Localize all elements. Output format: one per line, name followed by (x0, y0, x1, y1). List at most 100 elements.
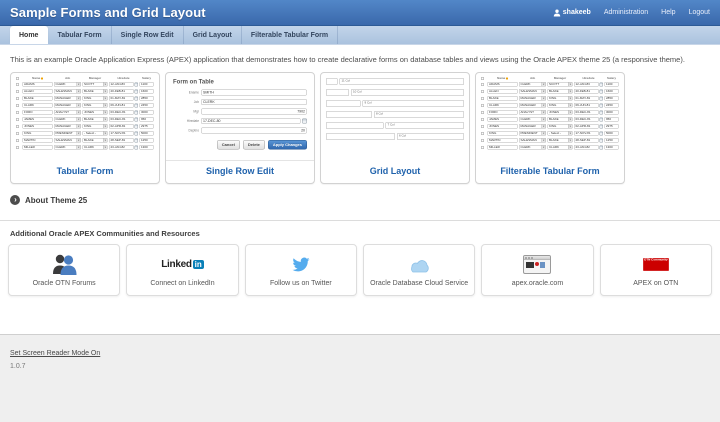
calendar-icon (600, 117, 604, 121)
salary-input-preview: 950 (140, 117, 154, 122)
calendar-icon (135, 89, 139, 93)
checkbox-icon (481, 139, 484, 142)
job-select-preview: SALESMAN (54, 89, 81, 94)
manager-select-preview: SCOTT (548, 82, 573, 87)
hiredate-input-preview: 01-MAY-81 (574, 96, 599, 101)
checkbox-icon (481, 118, 484, 121)
resource-card-linkedin[interactable]: Linked in Connect on LinkedIn (126, 244, 238, 296)
resource-card-otn-forums[interactable]: Oracle OTN Forums (8, 244, 120, 296)
grid-input-preview: 7 Col (386, 122, 465, 129)
job-select-preview: MANAGER (54, 103, 81, 108)
emp-preview-row: MILLERCLERKCLARK23-JAN-821300 (16, 145, 154, 150)
tab-home[interactable]: Home (10, 26, 48, 44)
salary-input-preview: 2850 (140, 96, 154, 101)
salary-input-preview: 3000 (140, 110, 154, 115)
tab-grid-layout[interactable]: Grid Layout (184, 26, 242, 44)
hiredate-input-preview: 02-APR-81 (109, 124, 134, 129)
job-select-preview: CLERK (54, 145, 81, 150)
hiredate-cell-preview: 23-JAN-82 (574, 145, 603, 150)
resource-card-label: Connect on LinkedIn (150, 280, 214, 287)
nav-link-help[interactable]: Help (661, 9, 675, 16)
hiredate-cell-preview: 03-DEC-81 (109, 117, 138, 122)
about-theme-toggle[interactable]: › About Theme 25 (10, 195, 87, 205)
emp-preview-column-header: Salary (605, 77, 619, 80)
job-select-preview: MANAGER (54, 124, 81, 129)
tab-tabular-form[interactable]: Tabular Form (48, 26, 111, 44)
grid-input-preview: 6 Col (397, 133, 464, 140)
salary-input-preview: 2450 (140, 103, 154, 108)
calendar-icon (600, 89, 604, 93)
resource-card-label: Follow us on Twitter (270, 280, 332, 287)
resource-card-apex-oracle-com[interactable]: apex.oracle.com (481, 244, 593, 296)
about-theme-label: About Theme 25 (25, 196, 87, 205)
emp-preview-row: JAMESCLERKBLAKE03-DEC-81950 (481, 117, 619, 122)
hiredate-input-preview: 03-DEC-81 (109, 110, 134, 115)
filterable-tabular-form-thumbnail: NameJobManagerHiredateSalaryADAMSCLERKSC… (476, 73, 624, 162)
preview-card-title[interactable]: Grid Layout (321, 162, 469, 183)
preview-card-grid-layout[interactable]: 11 Col 10 Col 9 Col 8 Col 7 Col 6 Col Grid La… (320, 72, 470, 184)
job-select-preview: CLERK (519, 145, 546, 150)
form-field-row: Mgr7902 (173, 109, 307, 115)
manager-select-preview: KING (83, 103, 108, 108)
preview-card-title[interactable]: Tabular Form (11, 162, 159, 183)
job-select-preview: SALESMAN (54, 138, 81, 143)
preview-card-single-row-edit[interactable]: Form on Table EnameSMITHJobCLERKMgr7902H… (165, 72, 315, 184)
name-input-preview: KING (23, 131, 53, 136)
preview-card-tabular-form[interactable]: NameJobManagerHiredateSalary ADAMSCLERKSC… (10, 72, 160, 184)
calendar-icon (135, 110, 139, 114)
page-footer: Set Screen Reader Mode On 1.0.7 (0, 334, 720, 422)
emp-preview-row: ADAMSCLERKSCOTT12-JAN-831100 (16, 82, 154, 87)
page: Sample Forms and Grid Layout shakeeb Adm… (0, 0, 720, 422)
grid-row-preview: 8 Col (326, 111, 464, 118)
emp-preview-row: CLARKMANAGERKING09-JUN-812450 (481, 103, 619, 108)
resource-card-apex-on-otn[interactable]: OTN Community APEX on OTN (600, 244, 712, 296)
grid-input-preview (326, 111, 372, 118)
form-field-label: Hiredate (173, 119, 201, 123)
checkbox-icon (481, 97, 484, 100)
salary-input-preview: 3000 (605, 110, 619, 115)
resource-card-label: Oracle OTN Forums (33, 280, 96, 287)
name-input-preview: MARTIN (23, 138, 53, 143)
hiredate-cell-preview: 09-JUN-81 (109, 103, 138, 108)
name-input-preview: JONES (488, 124, 518, 129)
emp-preview-row: MARTINSALESMANBLAKE28-SEP-811250 (16, 138, 154, 143)
hiredate-cell-preview: 01-MAY-81 (574, 96, 603, 101)
nav-link-administration[interactable]: Administration (604, 9, 648, 16)
preview-card-title[interactable]: Single Row Edit (166, 160, 314, 183)
resource-card-label: apex.oracle.com (512, 280, 563, 287)
emp-preview-row: ALLENSALESMANBLAKE20-FEB-811600 (16, 89, 154, 94)
emp-preview-header-row: NameJobManagerHiredateSalary (16, 77, 154, 80)
tab-bar: Home Tabular Form Single Row Edit Grid L… (0, 26, 720, 45)
emp-preview-row: BLAKEMANAGERKING01-MAY-812850 (481, 96, 619, 101)
grid-row-preview: 7 Col (326, 122, 464, 129)
hiredate-cell-preview: 01-MAY-81 (109, 96, 138, 101)
manager-select-preview: CLARK (83, 145, 108, 150)
resource-card-twitter[interactable]: Follow us on Twitter (245, 244, 357, 296)
grid-input-preview (326, 78, 338, 85)
tab-filterable-tabular-form[interactable]: Filterable Tabular Form (242, 26, 338, 44)
chevron-right-circle-icon: › (10, 195, 20, 205)
screen-reader-link[interactable]: Set Screen Reader Mode On (10, 350, 100, 357)
calendar-icon (600, 131, 604, 135)
grid-row-preview: 11 Col (326, 78, 464, 85)
name-input-preview: FORD (23, 110, 53, 115)
grid-input-preview: 10 Col (351, 89, 464, 96)
checkbox-icon (481, 90, 484, 93)
user-menu[interactable]: shakeeb (553, 9, 591, 17)
form-field-label: Ename (173, 91, 201, 95)
resource-card-cloud-service[interactable]: Oracle Database Cloud Service (363, 244, 475, 296)
nav-link-logout[interactable]: Logout (689, 9, 710, 16)
tab-single-row-edit[interactable]: Single Row Edit (112, 26, 184, 44)
emp-preview-column-header: Hiredate (109, 77, 138, 80)
name-input-preview: ALLEN (23, 89, 53, 94)
form-field-row: Hiredate17-DEC-80 (173, 118, 307, 124)
preview-card-title[interactable]: Filterable Tabular Form (476, 162, 624, 183)
linkedin-wordmark: Linked (161, 259, 191, 270)
manager-select-preview: KING (83, 124, 108, 129)
app-version: 1.0.7 (10, 363, 710, 370)
name-input-preview: CLARK (23, 103, 53, 108)
linkedin-icon: Linked in (161, 254, 204, 276)
grid-row-preview: 9 Col (326, 100, 464, 107)
hiredate-input-preview: 02-APR-81 (574, 124, 599, 129)
preview-card-filterable-tabular-form[interactable]: NameJobManagerHiredateSalaryADAMSCLERKSC… (475, 72, 625, 184)
